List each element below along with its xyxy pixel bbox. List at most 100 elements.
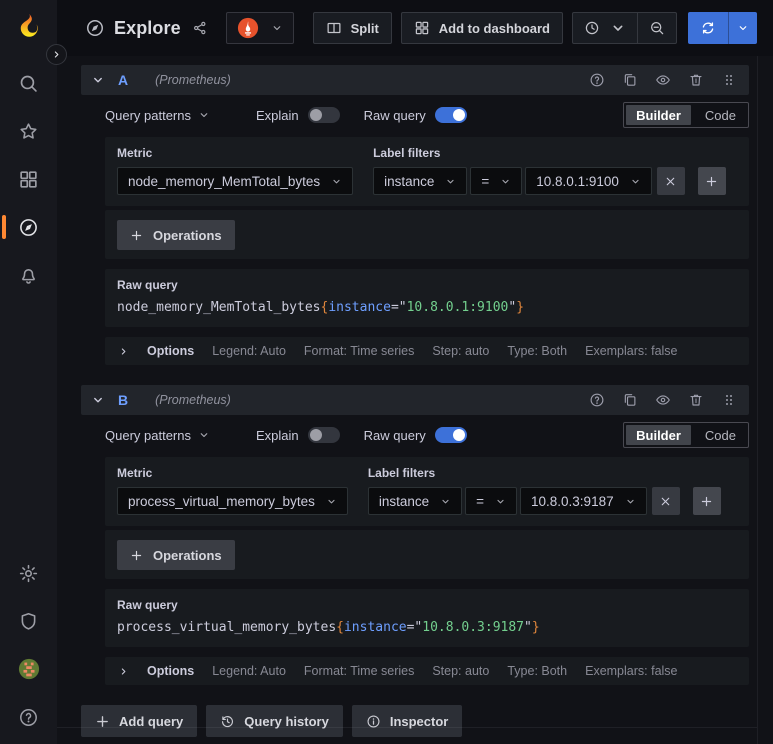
query-ref-id[interactable]: B bbox=[118, 392, 128, 408]
builder-mode-option[interactable]: Builder bbox=[626, 425, 691, 445]
explain-toggle[interactable] bbox=[307, 427, 340, 443]
grafana-logo[interactable] bbox=[14, 12, 44, 42]
raw-query-toggle-label: Raw query bbox=[363, 107, 426, 123]
metric-select[interactable]: node_memory_MemTotal_bytes bbox=[117, 167, 354, 195]
add-filter-button[interactable] bbox=[697, 167, 726, 195]
collapse-chevron-icon[interactable] bbox=[91, 73, 105, 87]
split-label: Split bbox=[350, 20, 379, 36]
builder-mode-option[interactable]: Builder bbox=[626, 105, 691, 125]
filter-value: 10.8.0.1:9100 bbox=[536, 173, 619, 189]
chevron-down-icon bbox=[610, 20, 626, 36]
drag-handle-icon[interactable] bbox=[721, 392, 737, 408]
chevron-down-icon bbox=[271, 22, 283, 34]
metric-filters-panel-a: Metric node_memory_MemTotal_bytes Label … bbox=[105, 137, 749, 206]
search-minus-icon bbox=[649, 20, 665, 36]
metric-select[interactable]: process_virtual_memory_bytes bbox=[117, 487, 348, 515]
time-picker-button[interactable] bbox=[573, 13, 637, 43]
sidebar-item-admin[interactable] bbox=[18, 610, 40, 632]
operations-label: Operations bbox=[153, 227, 222, 243]
help-circle-icon[interactable] bbox=[589, 72, 605, 88]
options-format: Format: Time series bbox=[303, 344, 415, 358]
bell-icon bbox=[18, 265, 39, 286]
metric-value: process_virtual_memory_bytes bbox=[128, 493, 315, 509]
filter-name-select[interactable]: instance bbox=[367, 487, 463, 515]
chevron-right-icon bbox=[118, 666, 129, 677]
filter-name-select[interactable]: instance bbox=[373, 167, 468, 195]
plus-icon bbox=[130, 229, 143, 242]
query-options-row-a[interactable]: Options Legend: Auto Format: Time series… bbox=[105, 337, 749, 365]
split-button[interactable]: Split bbox=[312, 12, 392, 44]
filter-value-select[interactable]: 10.8.0.3:9187 bbox=[520, 487, 647, 515]
query-patterns-dropdown[interactable]: Query patterns bbox=[105, 428, 210, 443]
sidebar-item-configuration[interactable] bbox=[18, 562, 40, 584]
sidebar-item-alerting[interactable] bbox=[18, 264, 40, 286]
metric-field: Metric node_memory_MemTotal_bytes bbox=[117, 146, 354, 195]
sidebar-item-search[interactable] bbox=[18, 72, 40, 94]
raw-equals: =" bbox=[406, 620, 423, 635]
pane-divider bbox=[57, 727, 757, 728]
chevron-down-icon bbox=[198, 109, 210, 121]
query-header-b: B (Prometheus) bbox=[81, 385, 749, 415]
delete-query-trash-icon[interactable] bbox=[688, 392, 704, 408]
sidebar-item-dashboards[interactable] bbox=[18, 168, 40, 190]
query-toolbar-b: Query patterns Explain Raw query Builder… bbox=[105, 422, 749, 448]
remove-filter-button[interactable] bbox=[651, 487, 680, 515]
raw-query-toggle[interactable] bbox=[434, 107, 467, 123]
add-operation-button[interactable]: Operations bbox=[117, 220, 235, 250]
help-circle-icon[interactable] bbox=[589, 392, 605, 408]
sidebar-expand-button[interactable] bbox=[46, 44, 67, 65]
raw-query-toggle[interactable] bbox=[434, 427, 467, 443]
operations-panel-b: Operations bbox=[105, 530, 749, 579]
delete-query-trash-icon[interactable] bbox=[688, 72, 704, 88]
sidebar-item-help[interactable] bbox=[18, 706, 40, 728]
chevron-right-icon bbox=[51, 49, 62, 60]
add-filter-button[interactable] bbox=[692, 487, 721, 515]
filter-value-select[interactable]: 10.8.0.1:9100 bbox=[525, 167, 652, 195]
sidebar-nav-top bbox=[1, 72, 40, 286]
sidebar-item-profile[interactable] bbox=[18, 658, 40, 680]
refresh-icon bbox=[700, 20, 716, 36]
code-mode-option[interactable]: Code bbox=[695, 105, 746, 125]
sidebar-item-explore[interactable] bbox=[1, 215, 40, 239]
disable-query-eye-icon[interactable] bbox=[655, 72, 671, 88]
query-patterns-dropdown[interactable]: Query patterns bbox=[105, 108, 210, 123]
remove-filter-button[interactable] bbox=[656, 167, 685, 195]
compass-icon bbox=[85, 18, 105, 38]
query-history-button[interactable]: Query history bbox=[206, 705, 343, 737]
filter-operator-value: = bbox=[476, 493, 485, 509]
share-icon[interactable] bbox=[192, 20, 208, 36]
explain-toggle[interactable] bbox=[307, 107, 340, 123]
grafana-app: Explore Split Add to dashboard A (Promet… bbox=[0, 0, 773, 744]
code-mode-option[interactable]: Code bbox=[695, 425, 746, 445]
add-operation-button[interactable]: Operations bbox=[117, 540, 235, 570]
sidebar-item-starred[interactable] bbox=[18, 120, 40, 142]
filter-operator-select[interactable]: = bbox=[465, 487, 518, 515]
zoom-out-button[interactable] bbox=[638, 13, 676, 43]
compass-icon bbox=[18, 217, 39, 238]
duplicate-query-icon[interactable] bbox=[622, 392, 638, 408]
disable-query-eye-icon[interactable] bbox=[655, 392, 671, 408]
query-options-row-b[interactable]: Options Legend: Auto Format: Time series… bbox=[105, 657, 749, 685]
inspector-button[interactable]: Inspector bbox=[351, 705, 463, 737]
duplicate-query-icon[interactable] bbox=[622, 72, 638, 88]
chevron-down-icon bbox=[500, 176, 511, 187]
add-to-dashboard-label: Add to dashboard bbox=[438, 20, 550, 36]
clock-icon bbox=[584, 20, 600, 36]
sidebar-nav-bottom bbox=[18, 562, 40, 728]
shield-icon bbox=[18, 611, 39, 632]
query-header-a: A (Prometheus) bbox=[81, 65, 749, 95]
editor-mode-group: Builder Code bbox=[623, 422, 749, 448]
drag-handle-icon[interactable] bbox=[721, 72, 737, 88]
label-filters-field: Label filters instance = bbox=[367, 466, 721, 515]
add-to-dashboard-button[interactable]: Add to dashboard bbox=[400, 12, 563, 44]
query-ref-id[interactable]: A bbox=[118, 72, 128, 88]
run-query-button[interactable] bbox=[688, 12, 728, 44]
refresh-interval-dropdown[interactable] bbox=[729, 12, 757, 44]
raw-metric: node_memory_MemTotal_bytes bbox=[117, 300, 321, 315]
datasource-picker[interactable] bbox=[225, 12, 294, 44]
metric-label: Metric bbox=[117, 146, 153, 160]
raw-open-brace: { bbox=[336, 620, 344, 635]
filter-operator-select[interactable]: = bbox=[470, 167, 523, 195]
collapse-chevron-icon[interactable] bbox=[91, 393, 105, 407]
add-query-button[interactable]: Add query bbox=[81, 705, 198, 737]
